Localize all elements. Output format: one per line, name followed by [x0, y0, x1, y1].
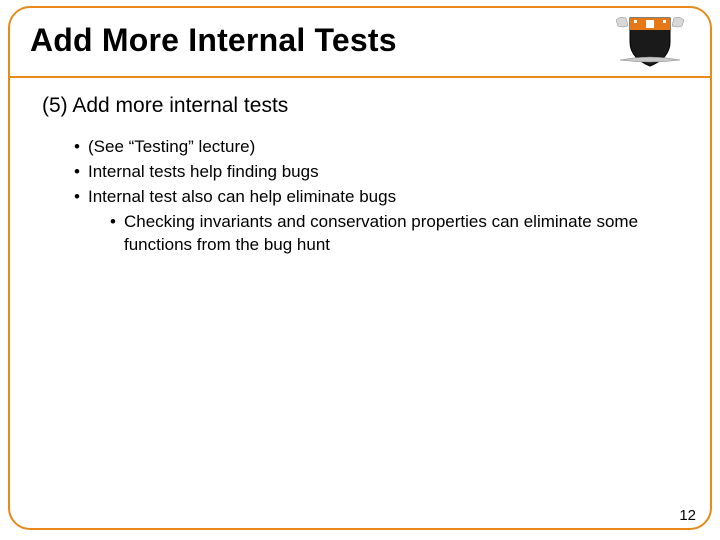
bullet-item: Internal tests help finding bugs [74, 161, 690, 184]
bullet-item: (See “Testing” lecture) [74, 136, 690, 159]
bullet-list: (See “Testing” lecture) Internal tests h… [42, 136, 690, 257]
bullet-text: Internal test also can help eliminate bu… [88, 187, 396, 206]
princeton-shield-logo [610, 12, 690, 70]
bullet-item: Internal test also can help eliminate bu… [74, 186, 690, 257]
slide-content: (5) Add more internal tests (See “Testin… [42, 94, 690, 259]
title-divider [8, 76, 712, 78]
page-number: 12 [679, 507, 696, 524]
slide-title: Add More Internal Tests [30, 22, 397, 59]
section-title: (5) Add more internal tests [42, 94, 690, 118]
bullet-text: Internal tests help finding bugs [88, 162, 319, 181]
sub-bullet-item: Checking invariants and conservation pro… [110, 211, 690, 257]
bullet-text: (See “Testing” lecture) [88, 137, 255, 156]
slide-frame [8, 6, 712, 530]
sub-bullet-list: Checking invariants and conservation pro… [88, 211, 690, 257]
sub-bullet-text: Checking invariants and conservation pro… [124, 212, 638, 254]
